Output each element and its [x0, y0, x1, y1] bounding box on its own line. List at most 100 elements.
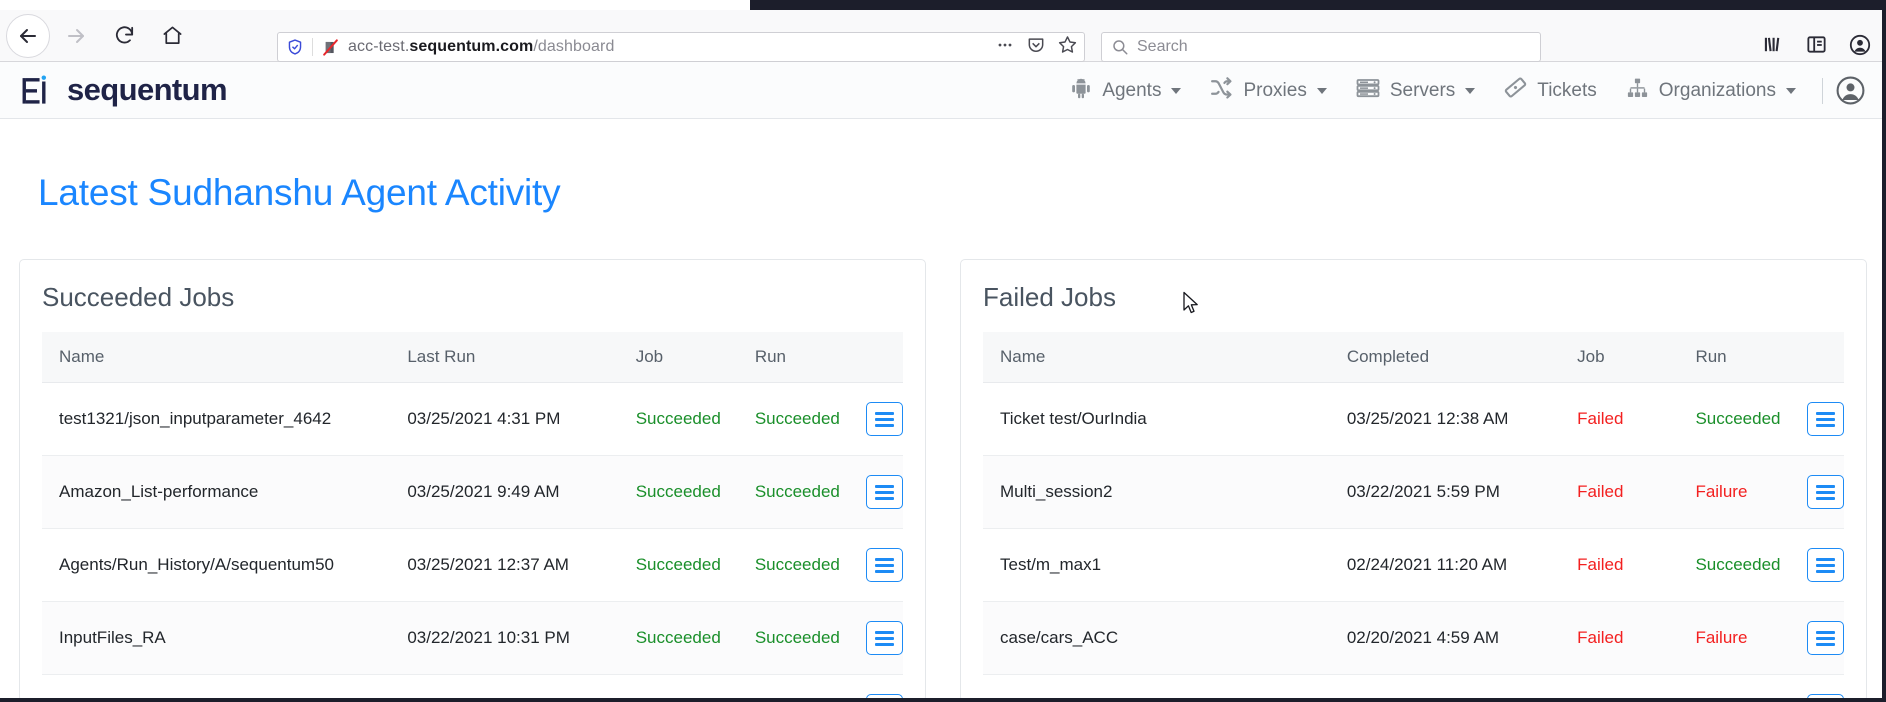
nav-item-servers[interactable]: Servers [1341, 62, 1489, 119]
succeeded-jobs-title: Succeeded Jobs [42, 282, 235, 312]
nav-label-organizations: Organizations [1658, 79, 1776, 101]
cell-name: test1321/json_inputparameter_4642 [42, 382, 391, 456]
table-row[interactable]: case/cars_ACC 02/20/2021 4:59 AM Failed Fai… [983, 601, 1844, 675]
chevron-down-icon [1316, 87, 1327, 94]
back-button[interactable] [6, 13, 50, 58]
column-header-completed[interactable]: Completed [1329, 332, 1561, 383]
arrow-right-icon [68, 28, 84, 43]
nav-item-proxies[interactable]: Proxies [1195, 62, 1340, 119]
hamburger-icon-bar [1815, 423, 1835, 427]
bookmark-star-icon[interactable] [1057, 34, 1078, 60]
row-menu-button[interactable] [1806, 402, 1844, 436]
page-title: Latest Sudhanshu Agent Activity [38, 172, 561, 213]
shield-icon[interactable] [286, 38, 304, 56]
hamburger-icon-bar [874, 636, 894, 640]
column-header-name[interactable]: Name [42, 332, 391, 383]
cell-name: InputFiles_RA [42, 601, 391, 675]
table-row[interactable]: Agents/Run_History/A/sequentum50 03/25/20… [42, 528, 903, 602]
hamburger-icon-bar [874, 630, 894, 634]
url-path: /dashboard [533, 38, 615, 55]
library-icon[interactable] [1762, 33, 1785, 61]
column-header-last-run[interactable]: Last Run [390, 332, 619, 383]
nav-item-tickets[interactable]: Tickets [1489, 62, 1610, 119]
hamburger-icon-bar [1815, 636, 1835, 640]
cell-name: Agents/Run_History/A/sequentum50 [42, 528, 391, 602]
table-row[interactable]: Multi_session2 03/22/2021 5:59 PM Failed Fa… [983, 455, 1844, 529]
hamburger-icon-bar [1815, 642, 1835, 646]
sitemap-icon [1625, 76, 1650, 106]
hamburger-icon-bar [874, 642, 894, 646]
avatar-icon [1836, 76, 1865, 105]
cell-date: 02/24/2021 11:20 AM [1329, 528, 1561, 602]
hamburger-icon-bar [1815, 563, 1835, 567]
row-menu-button[interactable] [1806, 548, 1844, 582]
window-right-border [1882, 0, 1886, 702]
column-header-job[interactable]: Job [618, 332, 738, 383]
url-divider [312, 38, 313, 56]
row-menu-button[interactable] [865, 402, 903, 436]
column-header-run[interactable]: Run [1678, 332, 1790, 383]
account-icon[interactable] [1848, 33, 1872, 62]
row-menu-button[interactable] [1806, 475, 1844, 509]
cell-run: Succeeded [1678, 528, 1790, 602]
nav-item-agents[interactable]: Agents [1055, 62, 1195, 119]
row-menu-button[interactable] [1806, 621, 1844, 655]
dashboard-cards: Succeeded Jobs Name Last Run Job Run tes… [0, 259, 1886, 702]
url-action-icons [987, 34, 1078, 60]
table-row[interactable]: InputFiles_RA 03/22/2021 10:31 PM Succeede… [42, 601, 903, 675]
brand-logo[interactable]: sequentum [0, 72, 228, 108]
nav-item-organizations[interactable]: Organizations [1611, 62, 1810, 119]
table-body: test1321/json_inputparameter_4642 03/25/2… [42, 382, 903, 701]
cell-actions [848, 382, 903, 456]
column-header-actions [1789, 332, 1844, 383]
cell-job: Failed [1560, 528, 1679, 602]
hamburger-icon-bar [874, 569, 894, 573]
app-header: sequentum Agents Proxies Servers Tickets… [0, 62, 1886, 119]
arrow-left-icon [20, 28, 36, 43]
column-header-run[interactable]: Run [737, 332, 849, 383]
cell-date: 03/25/2021 9:49 AM [390, 455, 619, 529]
cursor-arrow-icon [1183, 291, 1198, 314]
pocket-icon[interactable] [1026, 35, 1046, 60]
hamburger-icon-bar [1815, 630, 1835, 634]
cell-actions [1789, 601, 1844, 675]
table-row[interactable]: Amazon_List-performance 03/25/2021 9:49 A… [42, 455, 903, 529]
hamburger-icon-bar [874, 417, 894, 421]
failed-jobs-card: Failed Jobs Name Completed Job Run Ticke… [960, 259, 1867, 702]
home-button[interactable] [150, 14, 194, 58]
hamburger-icon-bar [874, 563, 894, 567]
navigation-buttons [0, 13, 194, 58]
browser-search-bar[interactable]: Search [1101, 32, 1541, 62]
sidebar-toggle-icon[interactable] [1805, 33, 1828, 61]
table-row[interactable]: Ticket test/OurIndia 03/25/2021 12:38 AM F… [983, 382, 1844, 456]
cell-job: Failed [1560, 455, 1679, 529]
column-header-actions [848, 332, 903, 383]
column-header-name[interactable]: Name [983, 332, 1330, 383]
active-tab[interactable] [0, 0, 750, 10]
cell-actions [848, 528, 903, 602]
hamburger-icon-bar [874, 484, 894, 488]
page-actions-icon[interactable] [995, 35, 1015, 60]
address-bar[interactable]: acc-test.sequentum.com/dashboard [277, 32, 1085, 62]
nav-label-proxies: Proxies [1243, 79, 1307, 101]
reload-button[interactable] [102, 14, 146, 58]
cell-run: Succeeded [737, 601, 849, 675]
table-head: Name Completed Job Run [983, 332, 1844, 383]
table-row[interactable]: Test/m_max1 02/24/2021 11:20 AM Failed Succ… [983, 528, 1844, 602]
nav-divider [1822, 77, 1823, 104]
url-text: acc-test.sequentum.com/dashboard [348, 38, 987, 56]
chevron-down-icon [1786, 87, 1796, 94]
table-row[interactable]: test1321/json_inputparameter_4642 03/25/2… [42, 382, 903, 456]
toolbar-right-icons [1762, 32, 1872, 62]
column-header-job[interactable]: Job [1560, 332, 1679, 383]
forward-button[interactable] [54, 14, 98, 58]
tracker-blocked-icon[interactable] [321, 38, 340, 57]
cell-job: Succeeded [618, 528, 738, 602]
user-avatar[interactable] [1835, 75, 1872, 106]
row-menu-button[interactable] [865, 475, 903, 509]
row-menu-button[interactable] [865, 621, 903, 655]
table-body: Ticket test/OurIndia 03/25/2021 12:38 AM F… [983, 382, 1844, 701]
cell-actions [848, 455, 903, 529]
row-menu-button[interactable] [865, 548, 903, 582]
server-stack-icon [1355, 76, 1381, 106]
